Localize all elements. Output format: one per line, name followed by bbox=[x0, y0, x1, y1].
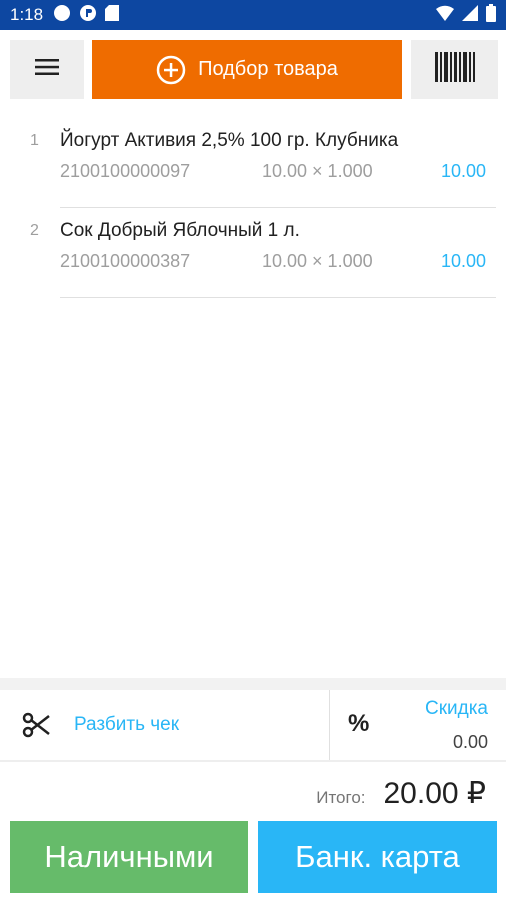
pay-cash-button[interactable]: Наличными bbox=[10, 821, 248, 893]
receipt-item[interactable]: 1 Йогурт Активия 2,5% 100 гр. Клубника 2… bbox=[0, 118, 506, 208]
status-bar: 1:18 bbox=[0, 0, 506, 30]
notification-circle-icon bbox=[53, 4, 71, 27]
barcode-scan-button[interactable] bbox=[411, 40, 498, 99]
app-notification-icon bbox=[79, 4, 97, 27]
signal-icon bbox=[462, 4, 478, 26]
menu-button[interactable] bbox=[10, 40, 84, 99]
percent-icon: % bbox=[348, 710, 370, 737]
split-receipt-label: Разбить чек bbox=[74, 714, 180, 735]
total-value: 20.00 ₽ bbox=[383, 777, 487, 810]
product-picker-label: Подбор товара bbox=[198, 58, 338, 80]
discount-value: 0.00 bbox=[452, 732, 488, 752]
item-barcode: 2100100000387 bbox=[60, 251, 191, 271]
status-time: 1:18 bbox=[10, 5, 44, 24]
receipt-item[interactable]: 2 Сок Добрый Яблочный 1 л. 2100100000387… bbox=[0, 208, 506, 298]
pay-card-button[interactable]: Банк. карта bbox=[258, 821, 497, 893]
item-price-quantity: 10.00 × 1.000 bbox=[262, 251, 373, 271]
item-number: 2 bbox=[30, 222, 39, 239]
receipt-actions-bar: Разбить чек % Скидка 0.00 bbox=[0, 678, 506, 762]
item-divider bbox=[60, 297, 496, 298]
discount-label: Скидка bbox=[424, 698, 488, 719]
item-sum: 10.00 bbox=[440, 251, 486, 271]
discount-button[interactable]: % Скидка 0.00 bbox=[330, 690, 506, 760]
battery-icon bbox=[486, 3, 496, 27]
wifi-icon bbox=[436, 5, 454, 26]
barcode-icon bbox=[434, 52, 475, 87]
pay-cash-label: Наличными bbox=[44, 839, 214, 874]
toolbar: Подбор товара bbox=[0, 30, 506, 108]
item-name: Сок Добрый Яблочный 1 л. bbox=[60, 220, 300, 241]
total-label: Итого: bbox=[316, 788, 366, 807]
item-name: Йогурт Активия 2,5% 100 гр. Клубника bbox=[60, 130, 399, 151]
split-receipt-button[interactable]: Разбить чек bbox=[0, 690, 329, 760]
item-sum: 10.00 bbox=[440, 161, 486, 181]
product-picker-button[interactable]: Подбор товара bbox=[92, 40, 402, 99]
scissors-icon bbox=[22, 712, 52, 738]
item-number: 1 bbox=[30, 132, 39, 149]
receipt-total: Итого: 20.00 ₽ bbox=[316, 776, 486, 811]
status-icons bbox=[436, 3, 496, 27]
hamburger-menu-icon bbox=[35, 58, 59, 81]
add-circle-icon bbox=[156, 55, 186, 85]
receipt-item-list: 1 Йогурт Активия 2,5% 100 гр. Клубника 2… bbox=[0, 118, 506, 298]
item-barcode: 2100100000097 bbox=[60, 161, 191, 181]
pay-card-label: Банк. карта bbox=[295, 839, 460, 874]
item-price-quantity: 10.00 × 1.000 bbox=[262, 161, 373, 181]
sd-card-icon bbox=[105, 4, 120, 26]
